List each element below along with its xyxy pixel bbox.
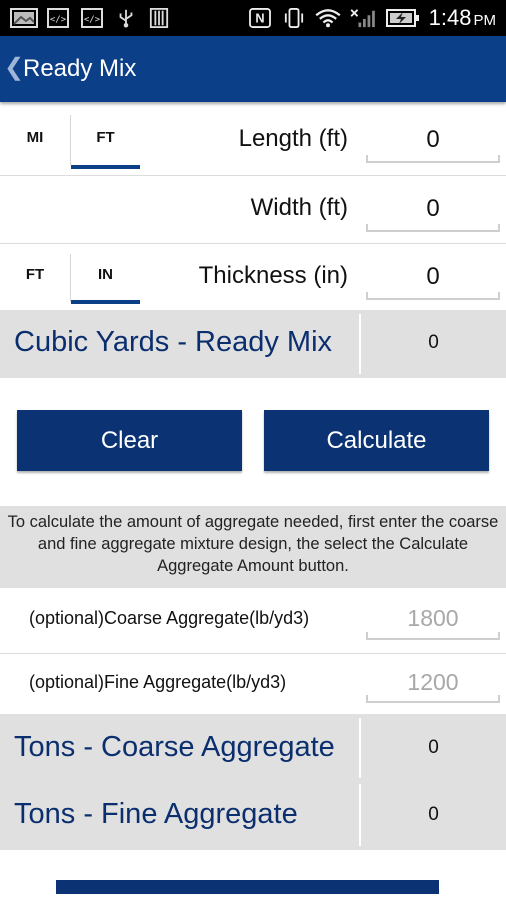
coarse-aggregate-row: (optional)Coarse Aggregate(lb/yd3) xyxy=(0,588,506,653)
tons-coarse-value: 0 xyxy=(428,737,439,758)
fine-aggregate-input[interactable] xyxy=(366,666,500,698)
fine-aggregate-row: (optional)Fine Aggregate(lb/yd3) xyxy=(0,654,506,714)
input-underline-tick xyxy=(498,224,500,232)
thickness-input[interactable] xyxy=(366,260,500,294)
nfc-icon: N xyxy=(249,8,271,28)
input-underline xyxy=(366,161,500,163)
unit-tab-ft[interactable]: FT xyxy=(71,129,140,146)
input-underline-tick xyxy=(366,224,368,232)
app-bar: ❮ Ready Mix xyxy=(0,36,506,102)
gallery-icon xyxy=(10,8,38,28)
input-underline xyxy=(366,701,500,703)
svg-text:</>: </> xyxy=(84,15,101,25)
selected-unit-indicator xyxy=(71,165,140,169)
input-underline-tick xyxy=(498,695,500,703)
cubic-yards-value: 0 xyxy=(428,332,439,353)
vibrate-icon xyxy=(284,8,304,28)
input-underline-tick xyxy=(498,632,500,640)
input-underline xyxy=(366,298,500,300)
input-underline xyxy=(366,230,500,232)
cubic-yards-result: Cubic Yards - Ready Mix 0 xyxy=(0,310,506,378)
input-underline-tick xyxy=(498,292,500,300)
input-underline-tick xyxy=(366,292,368,300)
input-underline-tick xyxy=(366,155,368,163)
input-underline-tick xyxy=(498,155,500,163)
input-underline-tick xyxy=(366,632,368,640)
battery-charging-icon xyxy=(386,9,419,27)
status-bar: </> </> N 1:48 PM xyxy=(0,0,506,36)
input-underline xyxy=(366,638,500,640)
unit-tab-ft[interactable]: FT xyxy=(0,266,70,283)
code-icon: </> xyxy=(47,8,69,28)
coarse-aggregate-input[interactable] xyxy=(366,602,500,634)
input-underline-tick xyxy=(366,695,368,703)
no-signal-icon xyxy=(350,9,375,28)
tons-fine-label: Tons - Fine Aggregate xyxy=(14,798,298,830)
wifi-icon xyxy=(315,9,341,28)
cubic-yards-label: Cubic Yards - Ready Mix xyxy=(14,326,333,358)
unit-tab-in[interactable]: IN xyxy=(71,266,140,283)
code-icon: </> xyxy=(81,8,103,28)
usb-icon xyxy=(119,9,133,28)
svg-text:</>: </> xyxy=(50,15,67,25)
thickness-row: FT IN Thickness (in) xyxy=(0,244,506,310)
app-title[interactable]: Ready Mix xyxy=(23,55,136,83)
status-time: 1:48 PM xyxy=(428,5,497,30)
length-input[interactable] xyxy=(366,123,500,157)
width-row: Width (ft) xyxy=(0,176,506,243)
fine-aggregate-label: (optional)Fine Aggregate(lb/yd3) xyxy=(29,672,287,692)
sd-card-icon xyxy=(149,8,169,28)
tons-fine-value: 0 xyxy=(428,804,439,825)
calculate-button[interactable]: Calculate xyxy=(264,410,489,471)
chevron-left-icon[interactable]: ❮ xyxy=(4,56,24,80)
clear-button[interactable]: Clear xyxy=(17,410,242,471)
selected-unit-indicator xyxy=(71,300,140,304)
unit-tab-mi[interactable]: MI xyxy=(0,129,70,146)
svg-text:N: N xyxy=(255,11,264,26)
status-ampm: PM xyxy=(473,12,497,29)
instructions-text: To calculate the amount of aggregate nee… xyxy=(0,506,506,588)
thickness-label: Thickness (in) xyxy=(198,262,348,289)
width-label: Width (ft) xyxy=(250,194,348,221)
calculate-aggregate-button[interactable] xyxy=(56,880,439,894)
length-row: MI FT Length (ft) xyxy=(0,103,506,175)
tons-results: Tons - Coarse Aggregate 0 Tons - Fine Ag… xyxy=(0,714,506,850)
width-input[interactable] xyxy=(366,192,500,226)
length-label: Length (ft) xyxy=(238,125,348,152)
tons-coarse-label: Tons - Coarse Aggregate xyxy=(14,731,335,763)
coarse-aggregate-label: (optional)Coarse Aggregate(lb/yd3) xyxy=(29,608,310,628)
